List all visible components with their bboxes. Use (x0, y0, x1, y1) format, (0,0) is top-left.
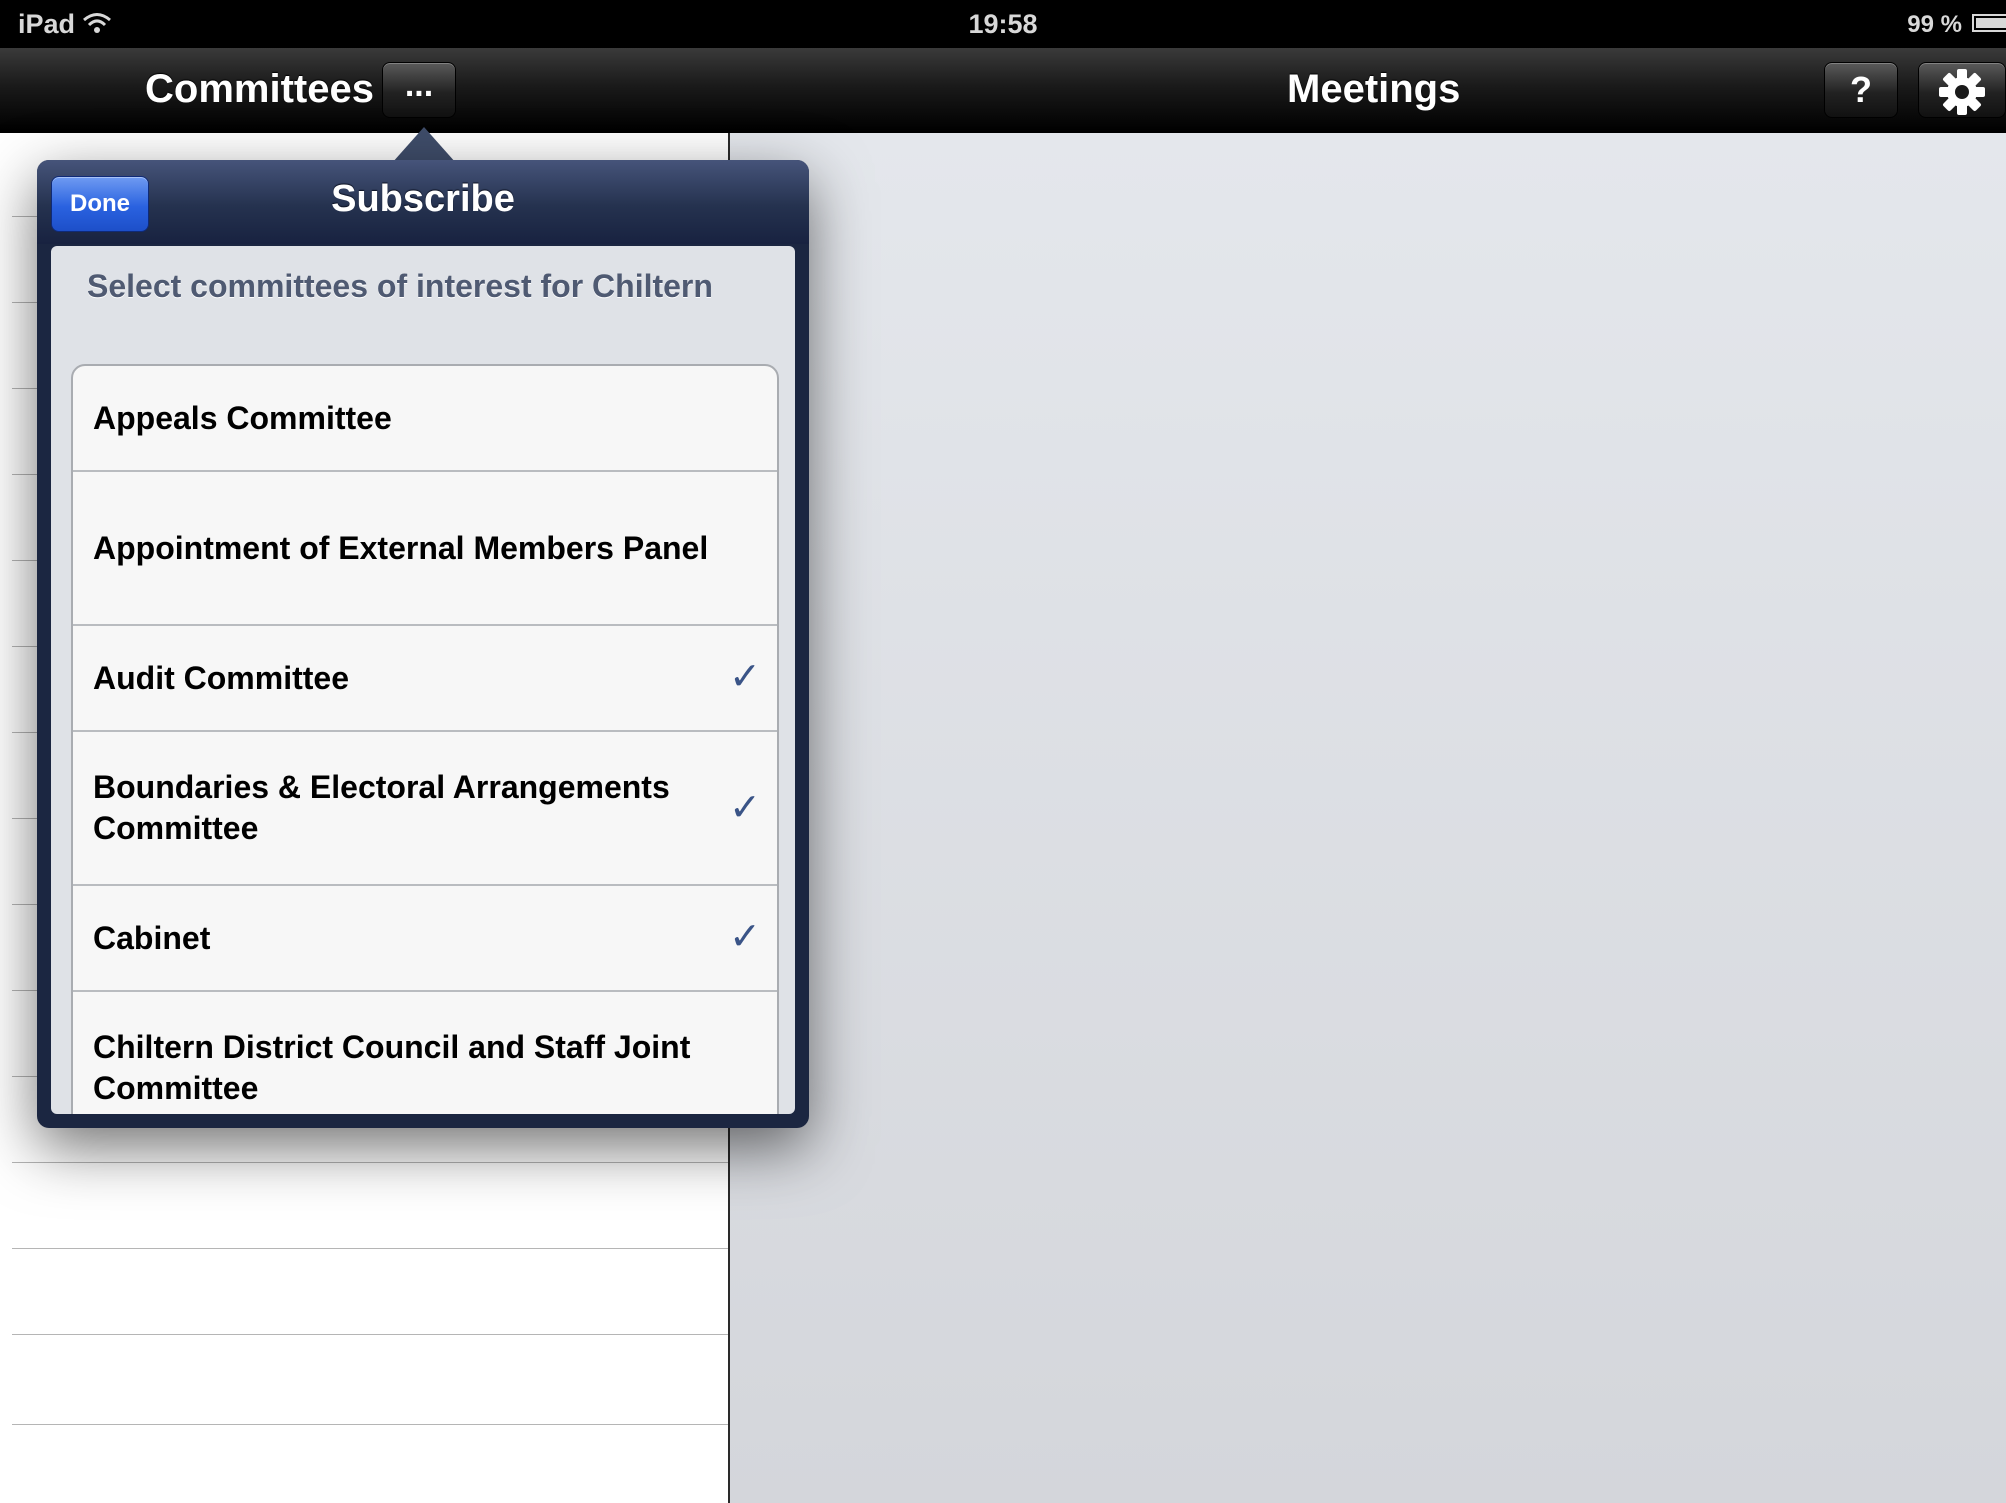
checkmark-icon: ✓ (729, 656, 761, 698)
navigation-bar: Committees ... Meetings ? (0, 48, 2006, 133)
list-item[interactable]: Cabinet ✓ (73, 886, 777, 992)
item-label: Appointment of External Members Panel (93, 530, 709, 566)
checkmark-icon: ✓ (729, 916, 761, 958)
item-label: Boundaries & Electoral Arrangements Comm… (93, 769, 670, 846)
subscribe-popover: Done Subscribe Select committees of inte… (37, 160, 809, 1128)
meetings-detail-pane (730, 132, 2006, 1503)
committee-options-list: Appeals Committee Appointment of Externa… (71, 364, 779, 1114)
popover-title: Subscribe (331, 178, 515, 220)
screen-edge (0, 0, 12, 1503)
more-button[interactable]: ... (382, 62, 456, 118)
item-label: Appeals Committee (93, 400, 392, 436)
list-item[interactable]: Appeals Committee (73, 366, 777, 472)
list-item[interactable]: Appointment of External Members Panel (73, 472, 777, 626)
committees-title: Committees (145, 67, 374, 111)
list-separator (12, 1334, 728, 1335)
item-label: Chiltern District Council and Staff Join… (93, 1029, 691, 1106)
status-bar: iPad 19:58 99 % (0, 0, 2006, 48)
list-item[interactable]: Boundaries & Electoral Arrangements Comm… (73, 732, 777, 886)
list-separator (12, 1248, 728, 1249)
item-label: Cabinet (93, 920, 211, 956)
clock: 19:58 (968, 9, 1038, 39)
list-item[interactable]: Chiltern District Council and Staff Join… (73, 992, 777, 1114)
item-label: Audit Committee (93, 660, 349, 696)
popover-header: Done Subscribe (37, 160, 809, 244)
settings-button[interactable] (1918, 62, 2006, 118)
help-button[interactable]: ? (1824, 62, 1898, 118)
list-item[interactable]: Audit Committee ✓ (73, 626, 777, 732)
section-header: Select committees of interest for Chilte… (87, 268, 713, 304)
meetings-title: Meetings (1287, 67, 1461, 111)
list-separator (12, 1162, 728, 1163)
list-separator (12, 1424, 728, 1425)
popover-arrow (392, 127, 456, 163)
checkmark-icon: ✓ (729, 787, 761, 829)
battery-icon (1972, 14, 2006, 32)
battery-percent: 99 % (1907, 11, 1962, 38)
popover-content[interactable]: Select committees of interest for Chilte… (51, 246, 795, 1114)
